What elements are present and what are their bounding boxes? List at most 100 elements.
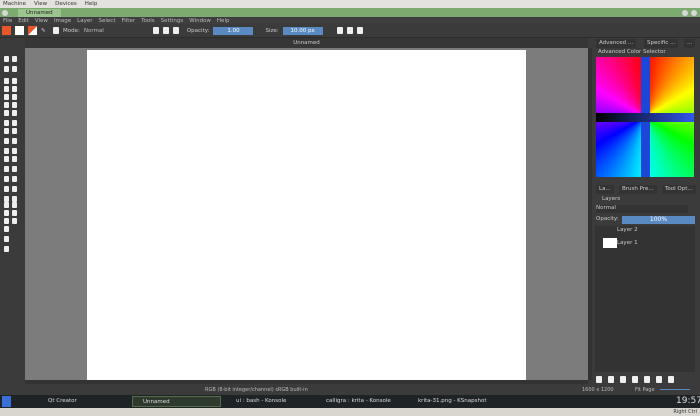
tab-brush-presets[interactable]: Brush Pre...	[619, 185, 657, 194]
tool-button[interactable]	[4, 156, 9, 162]
tool-button[interactable]	[4, 226, 9, 232]
canvas-page[interactable]	[87, 50, 526, 380]
vm-menu-machine[interactable]: Machine	[3, 1, 26, 7]
layer-menu-icon[interactable]	[668, 376, 674, 383]
tool-button[interactable]	[12, 78, 17, 84]
tab-more[interactable]: ...	[684, 39, 696, 48]
tool-button[interactable]	[12, 218, 17, 224]
tool-button[interactable]	[12, 94, 17, 100]
tool-button[interactable]	[12, 148, 17, 154]
tool-button[interactable]	[4, 56, 9, 62]
menu-file[interactable]: File	[3, 18, 12, 24]
color-selector-wheel[interactable]	[596, 57, 694, 177]
tool-button[interactable]	[12, 210, 17, 216]
duplicate-layer-icon[interactable]	[608, 376, 614, 383]
task-unnamed[interactable]: Unnamed	[132, 396, 221, 407]
opacity-input[interactable]: 1.00	[213, 26, 254, 35]
menu-layer[interactable]: Layer	[77, 18, 92, 24]
tool-button[interactable]	[4, 138, 9, 144]
tool-button[interactable]	[12, 186, 17, 192]
reload-preset-icon[interactable]	[172, 27, 179, 34]
size-input[interactable]: 10.00 px	[282, 26, 323, 35]
tool-button[interactable]	[4, 94, 9, 100]
tool-button[interactable]	[4, 86, 9, 92]
tool-button[interactable]	[4, 236, 9, 242]
properties-icon[interactable]	[656, 376, 662, 383]
tool-button[interactable]	[12, 202, 17, 208]
alpha-lock-icon[interactable]	[162, 27, 169, 34]
tool-button[interactable]	[4, 66, 9, 72]
layer-item[interactable]: Layer 2	[617, 227, 638, 233]
tab-advanced[interactable]: Advanced ...	[596, 39, 637, 48]
menu-image[interactable]: Image	[54, 18, 71, 24]
task-krita-konsole[interactable]: calligra : krita - Konsole	[316, 396, 391, 407]
window-menu-icon[interactable]	[2, 9, 8, 16]
tool-button[interactable]	[12, 138, 17, 144]
move-down-icon[interactable]	[644, 376, 650, 383]
tool-button[interactable]	[12, 66, 17, 72]
clock[interactable]: 19:57	[676, 396, 700, 406]
tool-button[interactable]	[12, 176, 17, 182]
close-icon[interactable]	[691, 9, 697, 16]
swap-colors-icon[interactable]	[28, 26, 37, 35]
menu-edit[interactable]: Edit	[18, 18, 29, 24]
tool-button[interactable]	[12, 86, 17, 92]
menu-filter[interactable]: Filter	[121, 18, 135, 24]
preset-icon[interactable]	[53, 27, 59, 34]
menu-tools[interactable]: Tools	[141, 18, 155, 24]
background-color-swatch[interactable]	[15, 26, 24, 35]
mirror-v-icon[interactable]	[346, 27, 353, 34]
kde-menu-icon[interactable]	[2, 396, 11, 407]
tool-button[interactable]	[4, 246, 9, 252]
tool-button[interactable]	[4, 78, 9, 84]
tool-button[interactable]	[4, 176, 9, 182]
brush-icon[interactable]: ✎	[41, 28, 49, 34]
task-bash-konsole[interactable]: ui : bash - Konsole	[226, 396, 286, 407]
move-up-icon[interactable]	[632, 376, 638, 383]
zoom-slider[interactable]	[660, 389, 690, 390]
mirror-h-icon[interactable]	[336, 27, 343, 34]
document-tab[interactable]: Unnamed	[25, 38, 588, 48]
erase-icon[interactable]	[152, 27, 159, 34]
menu-window[interactable]: Window	[189, 18, 211, 24]
tab-specific[interactable]: Specific ...	[644, 39, 679, 48]
layer-item[interactable]: Layer 1	[617, 240, 638, 246]
add-layer-icon[interactable]	[596, 376, 602, 383]
task-ksnapshot[interactable]: krita-31.png - KSnapshot	[408, 396, 487, 407]
tool-button[interactable]	[4, 218, 9, 224]
tool-button[interactable]	[4, 202, 9, 208]
tool-button[interactable]	[4, 186, 9, 192]
tool-button[interactable]	[4, 110, 9, 116]
tool-button[interactable]	[4, 128, 9, 134]
zoom-label[interactable]: Fit Page	[635, 387, 655, 393]
foreground-color-swatch[interactable]	[2, 26, 11, 35]
menu-select[interactable]: Select	[99, 18, 116, 24]
task-qt-creator[interactable]: Qt Creator	[38, 396, 77, 407]
tool-button[interactable]	[12, 166, 17, 172]
tool-button[interactable]	[12, 120, 17, 126]
menu-view[interactable]: View	[35, 18, 48, 24]
tool-button[interactable]	[4, 120, 9, 126]
delete-layer-icon[interactable]	[620, 376, 626, 383]
tab-layers[interactable]: La...	[596, 185, 614, 194]
tool-button[interactable]	[4, 148, 9, 154]
tool-button[interactable]	[4, 102, 9, 108]
tool-button[interactable]	[4, 166, 9, 172]
mode-select[interactable]: Normal	[83, 26, 149, 35]
vm-menu-view[interactable]: View	[34, 1, 47, 7]
menu-settings[interactable]: Settings	[161, 18, 184, 24]
tool-button[interactable]	[12, 56, 17, 62]
blend-mode-select[interactable]: Normal	[596, 205, 688, 213]
menu-help[interactable]: Help	[217, 18, 230, 24]
tool-button[interactable]	[12, 128, 17, 134]
tool-button[interactable]	[12, 110, 17, 116]
vm-menu-devices[interactable]: Devices	[55, 1, 77, 7]
tool-button[interactable]	[12, 156, 17, 162]
vm-menu-help[interactable]: Help	[85, 1, 98, 7]
layer-opacity-slider[interactable]: 100%	[622, 216, 695, 224]
tool-button[interactable]	[4, 210, 9, 216]
workspace-icon[interactable]	[356, 27, 363, 34]
tab-tool-options[interactable]: Tool Opt...	[662, 185, 696, 194]
tool-button[interactable]	[12, 102, 17, 108]
minimize-icon[interactable]	[682, 9, 688, 16]
